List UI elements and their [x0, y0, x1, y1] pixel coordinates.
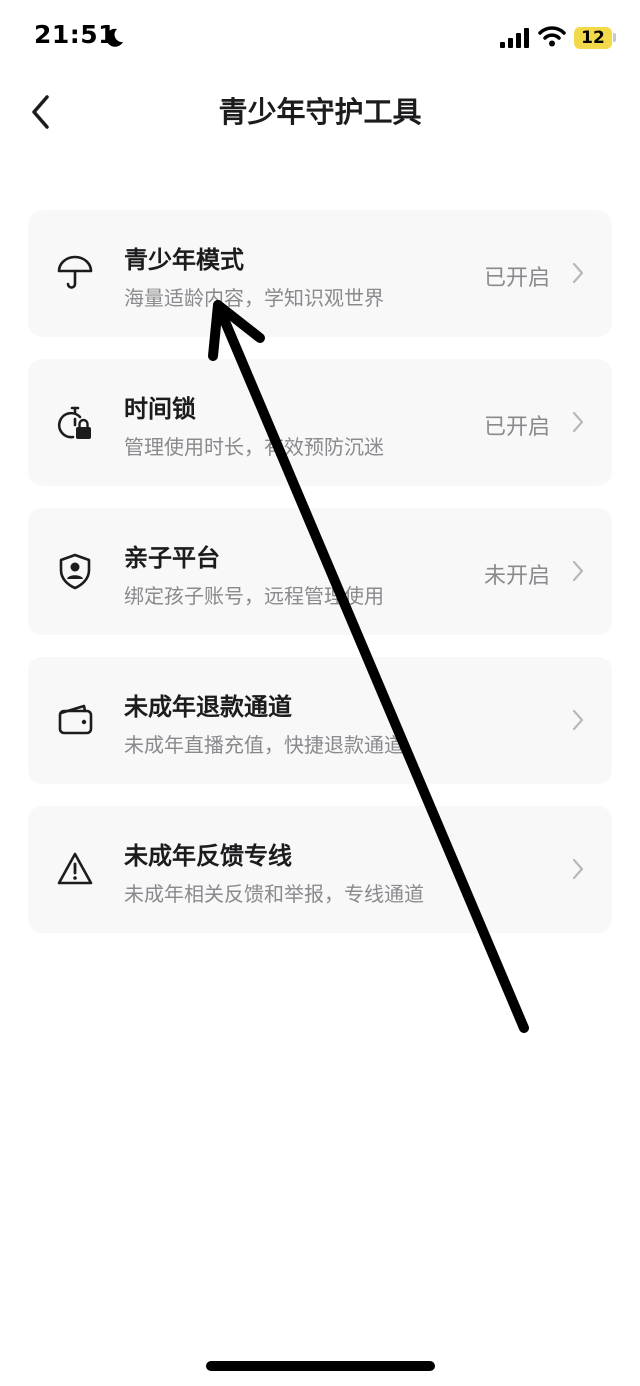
timer-lock-icon: [57, 406, 91, 439]
umbrella-icon: [57, 255, 93, 289]
battery-nub: [613, 33, 616, 42]
card-refund-channel[interactable]: 未成年退款通道 未成年直播充值，快捷退款通道: [28, 657, 612, 784]
card-teen-mode[interactable]: 青少年模式 海量适龄内容，学知识观世界 已开启: [28, 210, 612, 337]
wifi-icon: [538, 26, 566, 47]
chevron-right-icon: [572, 858, 584, 880]
card-time-lock[interactable]: 时间锁 管理使用时长，有效预防沉迷 已开启: [28, 359, 612, 486]
card-subtitle: 管理使用时长，有效预防沉迷: [124, 435, 384, 459]
chevron-right-icon: [572, 262, 584, 284]
card-subtitle: 未成年相关反馈和举报，专线通道: [124, 882, 424, 906]
tool-list: 青少年模式 海量适龄内容，学知识观世界 已开启 时间锁 管理使用时长，有效预防沉…: [28, 210, 612, 955]
chevron-right-icon: [572, 411, 584, 433]
card-title: 亲子平台: [124, 544, 220, 572]
card-subtitle: 绑定孩子账号，远程管理使用: [124, 584, 384, 608]
status-label: 未开启: [483, 564, 550, 589]
moon-icon: [106, 28, 123, 47]
card-title: 时间锁: [124, 395, 196, 423]
card-subtitle: 海量适龄内容，学知识观世界: [124, 286, 384, 310]
status-bar: 21:51 12: [0, 0, 640, 80]
shield-person-icon: [59, 553, 91, 590]
status-label: 已开启: [483, 415, 550, 440]
card-title: 未成年反馈专线: [124, 842, 292, 870]
card-feedback-line[interactable]: 未成年反馈专线 未成年相关反馈和举报，专线通道: [28, 806, 612, 933]
chevron-right-icon: [572, 709, 584, 731]
chevron-right-icon: [572, 560, 584, 582]
card-parent-platform[interactable]: 亲子平台 绑定孩子账号，远程管理使用 未开启: [28, 508, 612, 635]
warning-icon: [57, 852, 93, 885]
card-title: 青少年模式: [124, 246, 244, 274]
wallet-icon: [58, 704, 93, 735]
battery-level: 12: [581, 28, 605, 48]
home-indicator[interactable]: [206, 1361, 435, 1371]
signal-icon: [500, 28, 529, 48]
card-subtitle: 未成年直播充值，快捷退款通道: [124, 733, 404, 757]
card-title: 未成年退款通道: [124, 693, 292, 721]
status-label: 已开启: [483, 266, 550, 291]
battery-icon: 12: [574, 27, 612, 49]
page-title: 青少年守护工具: [218, 95, 422, 129]
